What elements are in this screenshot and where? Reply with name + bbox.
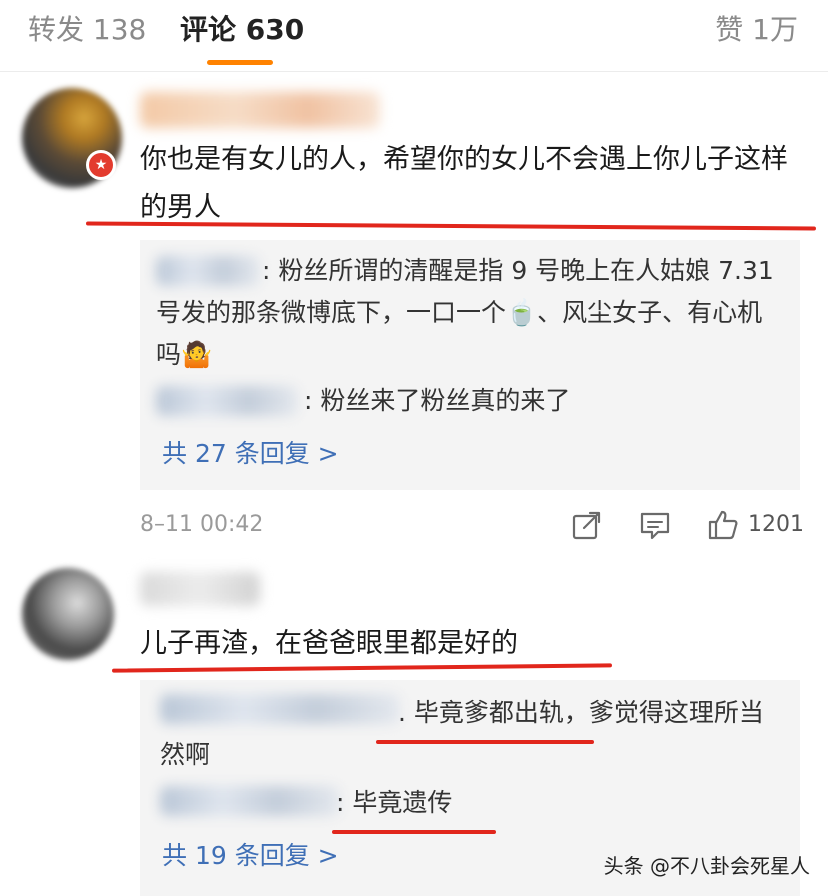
reply-box: : 粉丝所谓的清醒是指 9 号晚上在人姑娘 7.31号发的那条微博底下，一口一个… bbox=[140, 240, 800, 490]
watermark: 头条 @不八卦会死星人 bbox=[603, 854, 810, 878]
comment-tabs: 转发 138 评论 630 赞 1万 bbox=[0, 0, 828, 72]
tab-repost[interactable]: 转发 138 bbox=[28, 12, 146, 48]
reply-text: : 粉丝所谓的清醒是指 9 号晚上在人姑娘 7.31号发的那条微博底下，一口一个… bbox=[156, 256, 774, 369]
active-tab-indicator bbox=[207, 60, 273, 65]
reply-username-blurred[interactable] bbox=[160, 786, 340, 816]
tab-likes[interactable]: 赞 1万 bbox=[715, 12, 798, 48]
reply-text: : 毕竟遗传 bbox=[336, 788, 453, 817]
username-blurred[interactable] bbox=[140, 92, 380, 128]
username-blurred[interactable] bbox=[140, 572, 260, 606]
more-replies-link[interactable]: 共 19 条回复 > bbox=[162, 838, 339, 874]
like-count: 1201 bbox=[748, 512, 804, 537]
annotation-underline bbox=[332, 830, 496, 834]
comment-text: 你也是有女儿的人，希望你的女儿不会遇上你儿子这样的男人 bbox=[140, 144, 788, 223]
annotation-underline bbox=[376, 740, 594, 744]
verified-badge-icon: ★ bbox=[86, 150, 116, 180]
comment-timestamp: 8–11 00:42 bbox=[140, 512, 264, 537]
tab-comments[interactable]: 评论 630 bbox=[180, 12, 304, 48]
share-icon[interactable] bbox=[570, 508, 604, 542]
avatar[interactable] bbox=[22, 568, 114, 660]
like-icon[interactable] bbox=[706, 508, 740, 542]
reply-text: : 粉丝来了粉丝真的来了 bbox=[304, 386, 571, 415]
more-replies-link[interactable]: 共 27 条回复 > bbox=[162, 436, 339, 472]
comment-icon[interactable] bbox=[638, 508, 672, 542]
comment-text: 儿子再渣，在爸爸眼里都是好的 bbox=[140, 628, 518, 659]
reply-username-blurred[interactable] bbox=[156, 386, 298, 416]
reply-text: . 毕竟爹都出轨，爹觉得这理所当然啊 bbox=[160, 698, 764, 769]
